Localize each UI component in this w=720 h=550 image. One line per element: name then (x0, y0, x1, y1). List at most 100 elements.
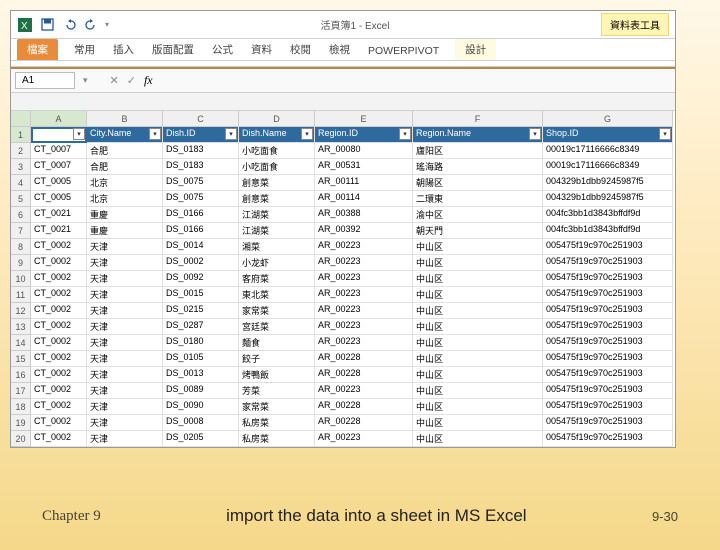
row-header[interactable]: 20 (11, 431, 31, 447)
cell[interactable]: 朝陽区 (413, 175, 543, 191)
redo-icon[interactable] (83, 17, 99, 33)
cell[interactable]: 005475f19c970c251903 (543, 399, 673, 415)
row-header[interactable]: 9 (11, 255, 31, 271)
cell[interactable]: AR_00223 (315, 431, 413, 447)
cell[interactable]: 宮廷菜 (239, 319, 315, 335)
undo-icon[interactable] (61, 17, 77, 33)
cell[interactable]: 合肥 (87, 159, 163, 175)
cell[interactable]: 餃子 (239, 351, 315, 367)
cell[interactable]: 瑤海路 (413, 159, 543, 175)
cell[interactable]: CT_0002 (31, 351, 87, 367)
cell[interactable]: DS_0205 (163, 431, 239, 447)
cell[interactable]: DS_0287 (163, 319, 239, 335)
cell[interactable]: 005475f19c970c251903 (543, 367, 673, 383)
cell[interactable]: CT_0002 (31, 399, 87, 415)
row-header[interactable]: 4 (11, 175, 31, 191)
spreadsheet-grid[interactable]: 1 2 3 4 5 6 7 8 9 10 11 12 13 14 15 16 1… (11, 111, 675, 447)
filter-dropdown-icon[interactable]: ▾ (659, 128, 671, 140)
row-header[interactable]: 8 (11, 239, 31, 255)
cell[interactable]: AR_00223 (315, 319, 413, 335)
row-header[interactable]: 2 (11, 143, 31, 159)
cell[interactable]: CT_0002 (31, 255, 87, 271)
row-header[interactable]: 5 (11, 191, 31, 207)
cell[interactable]: 中山区 (413, 239, 543, 255)
cell[interactable]: AR_00111 (315, 175, 413, 191)
row-header[interactable]: 18 (11, 399, 31, 415)
cell[interactable]: 湘菜 (239, 239, 315, 255)
cell[interactable]: 天津 (87, 287, 163, 303)
row-header[interactable]: 6 (11, 207, 31, 223)
cell[interactable]: CT_0002 (31, 239, 87, 255)
cell[interactable]: CT_0002 (31, 431, 87, 447)
row-header[interactable]: 16 (11, 367, 31, 383)
cell[interactable]: 創意菜 (239, 191, 315, 207)
cell[interactable]: CT_0005 (31, 191, 87, 207)
tab-data[interactable]: 資料 (249, 39, 274, 60)
cell[interactable]: DS_0089 (163, 383, 239, 399)
cell[interactable]: DS_0013 (163, 367, 239, 383)
row-header[interactable]: 15 (11, 351, 31, 367)
cell[interactable]: 005475f19c970c251903 (543, 287, 673, 303)
cell[interactable]: DS_0014 (163, 239, 239, 255)
cell[interactable]: 004fc3bb1d3843bffdf9d (543, 207, 673, 223)
row-header[interactable]: 12 (11, 303, 31, 319)
cell[interactable]: AR_00223 (315, 287, 413, 303)
cell[interactable]: 小吃面食 (239, 159, 315, 175)
cell[interactable]: CT_0002 (31, 319, 87, 335)
filter-dropdown-icon[interactable]: ▾ (225, 128, 237, 140)
cell[interactable]: 芳菜 (239, 383, 315, 399)
filter-dropdown-icon[interactable]: ▾ (73, 128, 85, 140)
tab-design[interactable]: 設計 (455, 39, 496, 60)
cell[interactable]: 天津 (87, 239, 163, 255)
cell[interactable]: 天津 (87, 255, 163, 271)
cell[interactable]: CT_0002 (31, 271, 87, 287)
cell[interactable]: DS_0008 (163, 415, 239, 431)
cell[interactable]: 二環東 (413, 191, 543, 207)
cell[interactable]: 北京 (87, 191, 163, 207)
cell[interactable]: DS_0002 (163, 255, 239, 271)
cell[interactable]: 渝中区 (413, 207, 543, 223)
cell[interactable]: 中山区 (413, 255, 543, 271)
cell[interactable]: 私房菜 (239, 431, 315, 447)
save-icon[interactable] (39, 17, 55, 33)
cell[interactable]: AR_00531 (315, 159, 413, 175)
cell[interactable]: AR_00223 (315, 271, 413, 287)
cell[interactable]: CT_0002 (31, 415, 87, 431)
cell[interactable]: 中山区 (413, 367, 543, 383)
cell[interactable]: 客府菜 (239, 271, 315, 287)
cell[interactable]: 005475f19c970c251903 (543, 319, 673, 335)
cell[interactable]: AR_00392 (315, 223, 413, 239)
filter-dropdown-icon[interactable]: ▾ (529, 128, 541, 140)
tab-review[interactable]: 校閱 (288, 39, 313, 60)
cell[interactable]: 中山区 (413, 431, 543, 447)
cell[interactable]: 中山区 (413, 319, 543, 335)
cell[interactable]: AR_00228 (315, 351, 413, 367)
row-header[interactable]: 11 (11, 287, 31, 303)
cell[interactable]: DS_0015 (163, 287, 239, 303)
cell[interactable]: DS_0090 (163, 399, 239, 415)
tab-home[interactable]: 常用 (72, 39, 97, 60)
column-header[interactable]: F (413, 111, 543, 127)
table-header-cell[interactable]: Region.Name▾ (413, 127, 543, 143)
filter-dropdown-icon[interactable]: ▾ (301, 128, 313, 140)
tab-formulas[interactable]: 公式 (210, 39, 235, 60)
cell[interactable]: 東北菜 (239, 287, 315, 303)
name-box[interactable]: A1 (15, 72, 75, 89)
cell[interactable]: 麵食 (239, 335, 315, 351)
row-header[interactable]: 14 (11, 335, 31, 351)
cell[interactable]: 005475f19c970c251903 (543, 351, 673, 367)
cell[interactable]: 北京 (87, 175, 163, 191)
cell[interactable]: DS_0183 (163, 143, 239, 159)
name-box-dropdown-icon[interactable]: ▾ (83, 75, 88, 86)
fx-icon[interactable]: fx (144, 73, 153, 88)
cell[interactable]: 天津 (87, 319, 163, 335)
cell[interactable]: 005475f19c970c251903 (543, 335, 673, 351)
cell[interactable]: 烤鴨飯 (239, 367, 315, 383)
cell[interactable]: AR_00223 (315, 255, 413, 271)
cell[interactable]: AR_00228 (315, 399, 413, 415)
cell[interactable]: DS_0183 (163, 159, 239, 175)
cell[interactable]: CT_0007 (31, 159, 87, 175)
enter-icon[interactable]: ✓ (127, 74, 136, 87)
cell[interactable]: 天津 (87, 303, 163, 319)
cell[interactable]: 天津 (87, 351, 163, 367)
